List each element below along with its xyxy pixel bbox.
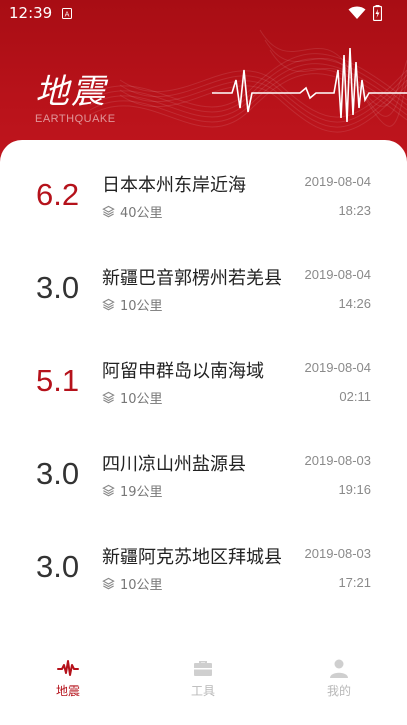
location-name: 四川凉山州盐源县: [102, 454, 246, 475]
magnitude: 5.1: [36, 363, 80, 398]
depth-info: 40公里: [102, 202, 163, 221]
wifi-icon: [348, 6, 366, 19]
depth-value: 10公里: [120, 578, 163, 593]
tab-earthquake[interactable]: 地震: [8, 646, 128, 706]
location-name: 日本本州东岸近海: [102, 175, 246, 196]
earthquake-row[interactable]: 3.0 四川凉山州盐源县 19公里 2019-08-03 19:16: [0, 429, 407, 522]
location-name: 阿留申群岛以南海域: [102, 361, 264, 382]
depth-value: 40公里: [120, 206, 163, 221]
bottom-tab-bar: 地震 工具 我的: [0, 646, 407, 725]
layers-icon: [102, 484, 115, 497]
layers-icon: [102, 577, 115, 590]
magnitude: 3.0: [36, 549, 80, 584]
quake-time: 02:11: [339, 389, 371, 404]
tab-tools[interactable]: 工具: [143, 646, 263, 706]
quake-time: 18:23: [338, 203, 371, 218]
battery-icon: [373, 5, 382, 21]
earthquake-list: 6.2 日本本州东岸近海 40公里 2019-08-04 18:23 3.0 新…: [0, 140, 407, 725]
quake-time: 17:21: [338, 575, 371, 590]
earthquake-row[interactable]: 3.0 新疆巴音郭楞州若羌县 10公里 2019-08-04 14:26: [0, 243, 407, 336]
toolbox-icon: [194, 661, 212, 676]
depth-value: 10公里: [120, 299, 163, 314]
tab-label: 地震: [55, 684, 80, 698]
magnitude: 6.2: [36, 177, 80, 212]
layers-icon: [102, 391, 115, 404]
depth-value: 10公里: [120, 392, 163, 407]
tab-label: 工具: [190, 684, 215, 698]
magnitude: 3.0: [36, 456, 80, 491]
quake-date: 2019-08-04: [304, 267, 372, 282]
status-time: 12:39: [9, 4, 53, 22]
person-icon: [330, 659, 348, 678]
tab-label: 我的: [326, 684, 351, 698]
sim-card-icon: A: [62, 8, 72, 19]
depth-value: 19公里: [120, 485, 163, 500]
layers-icon: [102, 298, 115, 311]
earthquake-wave-icon: [57, 660, 79, 676]
quake-time: 14:26: [338, 296, 371, 311]
depth-info: 10公里: [102, 388, 163, 407]
location-name: 新疆巴音郭楞州若羌县: [102, 268, 282, 289]
layers-icon: [102, 205, 115, 218]
depth-info: 10公里: [102, 574, 163, 593]
depth-info: 19公里: [102, 481, 163, 500]
svg-text:A: A: [65, 11, 70, 19]
quake-date: 2019-08-04: [304, 360, 372, 375]
quake-date: 2019-08-03: [304, 453, 372, 468]
depth-info: 10公里: [102, 295, 163, 314]
magnitude: 3.0: [36, 270, 80, 305]
page-title: 地震: [35, 72, 107, 112]
earthquake-row[interactable]: 5.1 阿留申群岛以南海域 10公里 2019-08-04 02:11: [0, 336, 407, 429]
quake-date: 2019-08-04: [304, 174, 372, 189]
earthquake-row[interactable]: 3.0 新疆阿克苏地区拜城县 10公里 2019-08-03 17:21: [0, 522, 407, 615]
tab-profile[interactable]: 我的: [279, 646, 399, 706]
status-bar: 12:39 A: [0, 0, 407, 28]
quake-date: 2019-08-03: [304, 546, 372, 561]
quake-time: 19:16: [338, 482, 371, 497]
earthquake-row[interactable]: 6.2 日本本州东岸近海 40公里 2019-08-04 18:23: [0, 150, 407, 243]
page-subtitle: EARTHQUAKE: [35, 113, 116, 125]
location-name: 新疆阿克苏地区拜城县: [102, 547, 282, 568]
